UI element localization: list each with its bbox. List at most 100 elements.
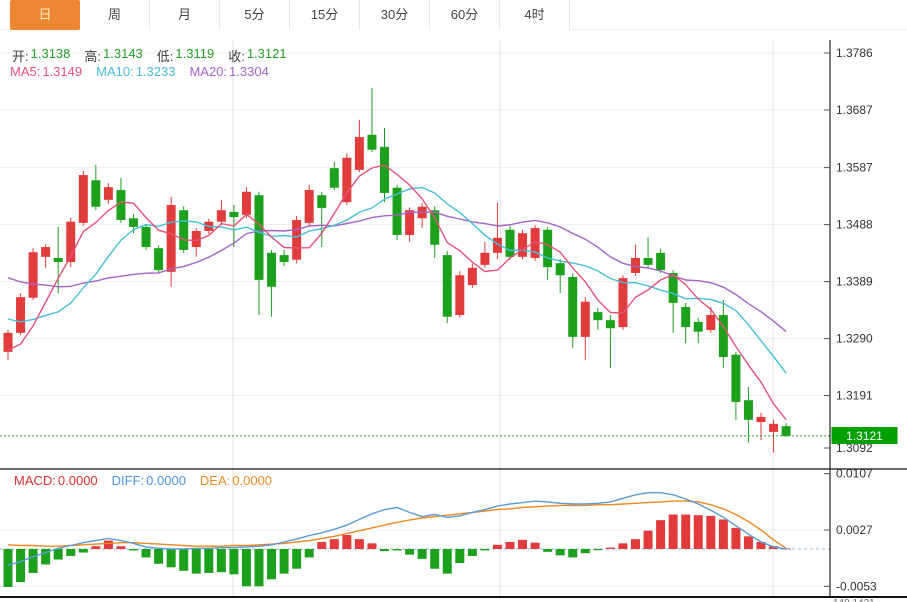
macd-bar [618, 543, 627, 549]
tab-week[interactable]: 周 [80, 0, 150, 30]
macd-diff-value: 0.0000 [146, 473, 186, 488]
macd-bar [518, 540, 527, 549]
ma-ma10-label: MA10: [96, 64, 134, 79]
macd-bar [255, 549, 264, 586]
macd-bar [656, 520, 665, 549]
tab-month[interactable]: 月 [150, 0, 220, 30]
candle-body [644, 258, 653, 265]
candle-body [656, 253, 665, 270]
macd-bar [568, 549, 577, 557]
candle-body [506, 230, 515, 257]
macd-bar [719, 519, 728, 549]
macd-dea: DEA:0.0000 [200, 473, 272, 488]
macd-bar [29, 549, 38, 573]
candle-body [330, 168, 339, 188]
ma-readout: MA5:1.3149MA10:1.3233MA20:1.3304 [10, 64, 283, 79]
macd-bar [91, 546, 100, 549]
macd-bar [581, 549, 590, 553]
macd-bar [116, 546, 125, 549]
candle-body [744, 400, 753, 420]
candle-body [242, 192, 251, 215]
price-tick-label: 1.3290 [836, 332, 873, 346]
price-tick-label: 1.3786 [836, 46, 873, 60]
ohlc-readout: 开:1.3138 高:1.3143 低:1.3119 收:1.3121 [12, 46, 301, 65]
macd-diff-label: DIFF: [112, 473, 145, 488]
macd-bar [104, 541, 113, 549]
ohlc-high-label: 高: [84, 46, 101, 65]
candle-body [280, 255, 289, 262]
macd-bar [280, 549, 289, 574]
candlestick-chart[interactable]: 1.37861.36871.35871.34881.33891.32901.31… [0, 0, 907, 602]
macd-bar [217, 549, 226, 572]
candle-body [581, 302, 590, 337]
period-tab-bar: 日周月5分15分30分60分4时 [0, 0, 907, 30]
ma-ma10: MA10:1.3233 [96, 64, 175, 79]
ma-ma20-value: 1.3304 [229, 64, 269, 79]
macd-bar [66, 549, 75, 556]
candle-body [91, 180, 100, 206]
candle-body [405, 210, 414, 235]
tab-15min[interactable]: 15分 [290, 0, 360, 30]
gridlines [0, 40, 830, 597]
ohlc-open-value: 1.3138 [31, 46, 71, 65]
candle-body [618, 278, 627, 327]
macd-bar [593, 549, 602, 550]
candle-body [380, 147, 389, 193]
ohlc-low: 低:1.3119 [157, 46, 214, 65]
candle-body [79, 175, 88, 223]
candle-body [342, 158, 351, 202]
macd-bar [669, 515, 678, 549]
candle-body [142, 227, 151, 247]
macd-bar [367, 543, 376, 549]
ma-ma10-value: 1.3233 [136, 64, 176, 79]
macd-bar [443, 549, 452, 574]
price-tag-value: 1.3121 [846, 429, 883, 443]
candle-body [29, 252, 38, 297]
ohlc-close: 收:1.3121 [228, 46, 286, 65]
candle-body [355, 137, 364, 170]
macd-bar [430, 549, 439, 569]
macd-bar [468, 549, 477, 556]
macd-bar [16, 549, 25, 582]
tab-4hour[interactable]: 4时 [500, 0, 570, 30]
candle-body [568, 277, 577, 337]
candle-body [154, 248, 163, 270]
candle-body [782, 426, 791, 436]
candle-body [731, 355, 740, 402]
macd-bar [405, 549, 414, 555]
candle-body [593, 312, 602, 320]
ohlc-low-label: 低: [157, 46, 174, 65]
macd-tick-label: -0.0053 [836, 579, 877, 593]
macd-bar [167, 549, 176, 567]
candle-body [455, 275, 464, 315]
tab-60min[interactable]: 60分 [430, 0, 500, 30]
macd-bar [242, 549, 251, 586]
macd-bar [531, 543, 540, 549]
candle-body [229, 212, 238, 217]
price-tick-label: 1.3587 [836, 161, 873, 175]
candle-body [468, 268, 477, 285]
macd-tick-label: 0.0107 [836, 467, 873, 481]
ohlc-open: 开:1.3138 [12, 46, 70, 65]
macd-bar [694, 515, 703, 549]
macd-bar [644, 531, 653, 549]
tab-30min[interactable]: 30分 [360, 0, 430, 30]
axis-labels: 1.37861.36871.35871.34881.33891.32901.31… [824, 46, 877, 593]
candle-body [255, 195, 264, 280]
macd-bar [393, 549, 402, 550]
candle-body [317, 195, 326, 208]
candle-body [518, 233, 527, 257]
tab-day[interactable]: 日 [10, 0, 80, 30]
macd-bar [305, 549, 314, 557]
macd-bar [355, 539, 364, 549]
candle-body [757, 417, 766, 422]
ohlc-low-value: 1.3119 [175, 46, 214, 65]
ohlc-high-value: 1.3143 [103, 46, 143, 65]
macd-bar [229, 549, 238, 574]
macd-bar [380, 549, 389, 551]
macd-bar [292, 549, 301, 569]
candle-body [129, 218, 138, 227]
tab-5min[interactable]: 5分 [220, 0, 290, 30]
candle-body [694, 322, 703, 332]
macd-bar [54, 549, 63, 560]
